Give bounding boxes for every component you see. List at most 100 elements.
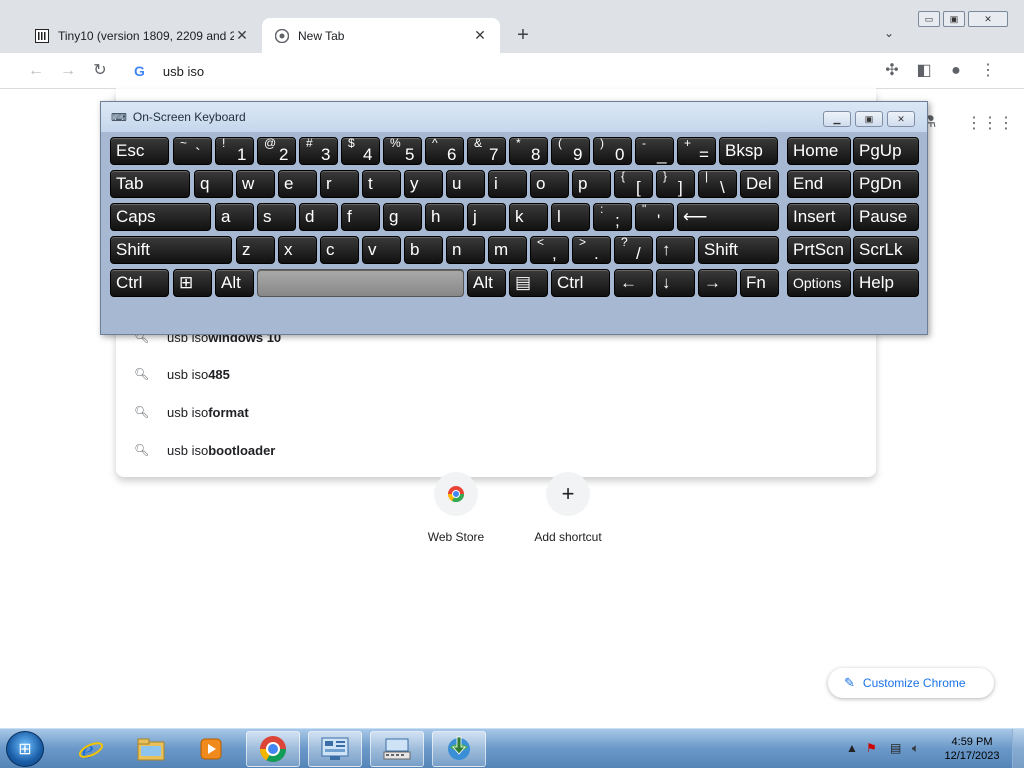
key-e[interactable]: e: [278, 170, 317, 198]
key-j[interactable]: j: [467, 203, 506, 231]
up-arrow-key[interactable]: ↑: [656, 236, 695, 264]
key-t[interactable]: t: [362, 170, 401, 198]
right-arrow-key[interactable]: →: [698, 269, 737, 297]
key-pgdn[interactable]: PgDn: [853, 170, 919, 198]
key-r[interactable]: r: [320, 170, 359, 198]
minimize-button[interactable]: ▭: [918, 11, 940, 27]
key-insert[interactable]: Insert: [787, 203, 851, 231]
close-window-button[interactable]: ✕: [968, 11, 1008, 27]
back-arrow-icon[interactable]: ←: [26, 61, 46, 81]
key-6[interactable]: ^ 6: [425, 137, 464, 165]
key-shift[interactable]: Shift: [698, 236, 779, 264]
tray-expand-icon[interactable]: ▲: [846, 741, 858, 755]
key-9[interactable]: (9: [551, 137, 590, 165]
key-;[interactable]: :;: [593, 203, 632, 231]
close-tab-icon[interactable]: ✕: [234, 27, 250, 44]
media-player-icon[interactable]: [184, 731, 238, 767]
key-][interactable]: }]: [656, 170, 695, 198]
menu-key-icon[interactable]: ▤: [509, 269, 548, 297]
osk-close-button[interactable]: ✕: [887, 111, 915, 127]
key-help[interactable]: Help: [853, 269, 919, 297]
key-x[interactable]: x: [278, 236, 317, 264]
key-p[interactable]: p: [572, 170, 611, 198]
windows-key-icon[interactable]: ⊞: [173, 269, 212, 297]
osk-restore-button[interactable]: ▣: [855, 111, 883, 127]
key-5[interactable]: % 5: [383, 137, 422, 165]
key-_[interactable]: - _: [635, 137, 674, 165]
customize-chrome-button[interactable]: ✎ Customize Chrome: [828, 668, 994, 698]
side-panel-icon[interactable]: ◧: [914, 61, 934, 81]
chrome-icon[interactable]: [246, 731, 300, 767]
key-8[interactable]: * 8: [509, 137, 548, 165]
address-bar[interactable]: G usb iso: [116, 53, 876, 89]
key-k[interactable]: k: [509, 203, 548, 231]
key-3[interactable]: #3: [299, 137, 338, 165]
suggestion-item[interactable]: 🔍︎ usb iso bootloader: [116, 431, 876, 469]
shortcut-add[interactable]: + Add shortcut: [513, 472, 623, 544]
key-s[interactable]: s: [257, 203, 296, 231]
key-v[interactable]: v: [362, 236, 401, 264]
down-arrow-key[interactable]: ↓: [656, 269, 695, 297]
close-tab-icon[interactable]: ✕: [472, 27, 488, 44]
left-arrow-key[interactable]: ←: [614, 269, 653, 297]
osk-minimize-button[interactable]: ▁: [823, 111, 851, 127]
key-z[interactable]: z: [236, 236, 275, 264]
idm-icon[interactable]: [432, 731, 486, 767]
shortcut-web-store[interactable]: Web Store: [401, 472, 511, 544]
key-bksp[interactable]: Bksp: [719, 137, 778, 165]
key-caps[interactable]: Caps: [110, 203, 211, 231]
key-a[interactable]: a: [215, 203, 254, 231]
key-f[interactable]: f: [341, 203, 380, 231]
key-l[interactable]: l: [551, 203, 590, 231]
key-u[interactable]: u: [446, 170, 485, 198]
key-d[interactable]: d: [299, 203, 338, 231]
apps-grid-icon[interactable]: ⋮⋮⋮: [966, 113, 1014, 133]
start-button[interactable]: ⊞: [6, 731, 44, 767]
tab-search-chevron-icon[interactable]: ⌄: [884, 26, 894, 40]
key-tab[interactable]: Tab: [110, 170, 190, 198]
key-h[interactable]: h: [425, 203, 464, 231]
explorer-icon[interactable]: [124, 731, 178, 767]
key-alt[interactable]: Alt: [215, 269, 254, 297]
key-del[interactable]: Del: [740, 170, 779, 198]
suggestion-item[interactable]: 🔍︎ usb iso 485: [116, 355, 876, 393]
key-ctrl[interactable]: Ctrl: [551, 269, 610, 297]
key-/[interactable]: ? /: [614, 236, 653, 264]
maximize-button[interactable]: ▣: [943, 11, 965, 27]
key-b[interactable]: b: [404, 236, 443, 264]
address-bar-text[interactable]: usb iso: [163, 64, 204, 79]
key-q[interactable]: q: [194, 170, 233, 198]
key-2[interactable]: @2: [257, 137, 296, 165]
profile-icon[interactable]: ●: [946, 61, 966, 81]
key-y[interactable]: y: [404, 170, 443, 198]
key-\[interactable]: | \: [698, 170, 737, 198]
key-1[interactable]: ! 1: [215, 137, 254, 165]
key-fn[interactable]: Fn: [740, 269, 779, 297]
key-alt[interactable]: Alt: [467, 269, 506, 297]
key-c[interactable]: c: [320, 236, 359, 264]
key-7[interactable]: & 7: [467, 137, 506, 165]
osk-icon[interactable]: [370, 731, 424, 767]
key-home[interactable]: Home: [787, 137, 851, 165]
system-clock[interactable]: 4:59 PM 12/17/2023: [938, 735, 1006, 763]
tab-tiny10[interactable]: Tiny10 (version 1809, 2209 and 2 ✕: [22, 18, 262, 53]
key-shift[interactable]: Shift: [110, 236, 232, 264]
key-pgup[interactable]: PgUp: [853, 137, 919, 165]
key-,[interactable]: <,: [530, 236, 569, 264]
key-=[interactable]: + =: [677, 137, 716, 165]
forward-arrow-icon[interactable]: →: [58, 61, 78, 81]
enter-key[interactable]: ⟵: [677, 203, 779, 231]
volume-muted-icon[interactable]: 🔈︎: [912, 741, 919, 756]
key-[[interactable]: {[: [614, 170, 653, 198]
key-o[interactable]: o: [530, 170, 569, 198]
menu-kebab-icon[interactable]: ⋮: [978, 61, 998, 81]
control-panel-icon[interactable]: [308, 731, 362, 767]
tab-new-tab[interactable]: New Tab ✕: [262, 18, 500, 53]
key-options[interactable]: Options: [787, 269, 851, 297]
ie-icon[interactable]: e: [64, 731, 118, 767]
key-.[interactable]: >.: [572, 236, 611, 264]
key-pause[interactable]: Pause: [853, 203, 919, 231]
key-prtscn[interactable]: PrtScn: [787, 236, 851, 264]
key-0[interactable]: ) 0: [593, 137, 632, 165]
key-esc[interactable]: Esc: [110, 137, 169, 165]
